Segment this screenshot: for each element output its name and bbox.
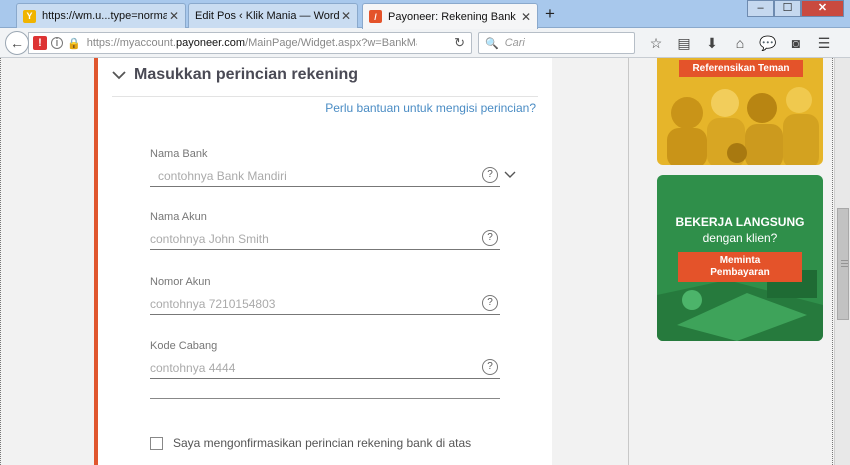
request-payment-button[interactable]: Meminta Pembayaran — [678, 252, 802, 282]
chat-icon[interactable]: 💬 — [754, 33, 782, 53]
request-payment-line2: Pembayaran — [710, 267, 770, 278]
bank-name-placeholder: contohnya Bank Mandiri — [158, 168, 287, 183]
account-number-input[interactable]: contohnya 7210154803 ? — [150, 293, 500, 315]
bank-name-field: Nama Bank contohnya Bank Mandiri ? — [150, 148, 516, 187]
bank-details-card: Masukkan perincian rekening Perlu bantua… — [94, 58, 552, 465]
promo-title: BEKERJA LANGSUNG — [675, 215, 805, 229]
bank-name-select[interactable]: contohnya Bank Mandiri ? — [150, 165, 516, 187]
tab-label: Edit Pos ‹ Klik Mania — WordPr... — [195, 10, 339, 22]
section-divider — [112, 96, 538, 97]
window-controls: – ☐ ✕ — [747, 0, 844, 17]
form-divider — [150, 398, 500, 399]
help-icon[interactable]: ? — [482, 359, 498, 375]
tab-close-icon[interactable]: ✕ — [519, 10, 533, 24]
home-icon[interactable]: ⌂ — [726, 33, 754, 53]
scrollbar-thumb[interactable]: — — — — [837, 208, 849, 320]
section-title: Masukkan perincian rekening — [134, 66, 359, 83]
navigation-bar: ! i 🔒 https://myaccount.payoneer.com/Mai… — [0, 28, 850, 58]
account-name-label: Nama Akun — [150, 211, 207, 223]
page-border-right — [832, 58, 833, 465]
account-number-placeholder: contohnya 7210154803 — [150, 296, 276, 311]
extension-icon[interactable]: ! — [33, 36, 47, 50]
account-number-label: Nomor Akun — [150, 276, 211, 288]
confirm-row[interactable]: Saya mengonfirmasikan perincian rekening… — [150, 436, 471, 450]
address-bar[interactable]: ! i 🔒 https://myaccount.payoneer.com/Mai… — [28, 32, 472, 54]
referral-ad[interactable]: Referensikan Teman — [657, 58, 823, 165]
tab-label: Payoneer: Rekening Bank — [388, 10, 516, 23]
confirm-checkbox[interactable] — [150, 436, 163, 450]
page-border-left — [0, 58, 1, 465]
new-tab-button[interactable]: + — [540, 4, 560, 24]
search-placeholder: Cari — [504, 37, 525, 49]
account-name-field: Nama Akun contohnya John Smith ? — [150, 211, 500, 250]
confirm-label[interactable]: Saya mengonfirmasikan perincian rekening… — [173, 436, 471, 450]
download-icon[interactable]: ⬇ — [698, 33, 726, 53]
lock-icon[interactable]: 🔒 — [67, 37, 81, 50]
chevron-down-icon — [112, 71, 126, 80]
info-icon[interactable]: i — [51, 37, 63, 49]
promo-subtitle: dengan klien? — [702, 231, 778, 245]
toolbar-icons: ☆ ▤ ⬇ ⌂ 💬 ◙ ☰ — [642, 33, 838, 53]
tab-wordpress[interactable]: Edit Pos ‹ Klik Mania — WordPr... ✕ — [188, 3, 358, 28]
tab-close-icon[interactable]: ✕ — [167, 9, 181, 23]
url-host: payoneer.com — [175, 37, 246, 49]
chevron-down-icon[interactable] — [504, 169, 516, 181]
payoneer-favicon-icon: / — [369, 10, 382, 23]
branch-code-input[interactable]: contohnya 4444 ? — [150, 357, 500, 379]
branch-code-field: Kode Cabang contohnya 4444 ? — [150, 340, 500, 379]
tab-close-icon[interactable]: ✕ — [339, 9, 353, 23]
account-number-field: Nomor Akun contohnya 7210154803 ? — [150, 276, 500, 315]
help-icon[interactable]: ? — [482, 295, 498, 311]
grip-icon: — — — — [841, 257, 848, 270]
search-icon: 🔍 — [485, 37, 499, 50]
column-divider — [628, 58, 629, 465]
vertical-scrollbar[interactable]: — — — — [834, 58, 850, 465]
maximize-button[interactable]: ☐ — [774, 0, 801, 17]
request-payment-line1: Meminta — [719, 255, 761, 266]
bank-name-label: Nama Bank — [150, 148, 208, 160]
section-header[interactable]: Masukkan perincian rekening — [112, 66, 358, 84]
url-prefix: https://myaccount. — [86, 37, 176, 49]
url-text[interactable]: https://myaccount.payoneer.com/MainPage/… — [87, 37, 417, 49]
back-button[interactable]: ← — [5, 31, 29, 55]
account-name-placeholder: contohnya John Smith — [150, 231, 269, 246]
branch-code-label: Kode Cabang — [150, 340, 218, 352]
star-icon[interactable]: ☆ — [642, 33, 670, 53]
promo-ad[interactable]: BEKERJA LANGSUNG dengan klien? Meminta P… — [657, 175, 823, 341]
reload-icon[interactable]: ↻ — [454, 35, 465, 51]
close-window-button[interactable]: ✕ — [801, 0, 844, 17]
help-icon[interactable]: ? — [482, 230, 498, 246]
page-content: Masukkan perincian rekening Perlu bantua… — [0, 58, 850, 465]
reader-icon[interactable]: ▤ — [670, 33, 698, 53]
url-path: /MainPage/Widget.aspx?w=BankManage — [245, 37, 417, 49]
tab-payoneer[interactable]: / Payoneer: Rekening Bank ✕ — [362, 3, 538, 29]
account-name-input[interactable]: contohnya John Smith ? — [150, 228, 500, 250]
tab-wm[interactable]: Y https://wm.u...type=normal ✕ — [16, 3, 186, 28]
pocket-icon[interactable]: ◙ — [782, 33, 810, 53]
branch-code-placeholder: contohnya 4444 — [150, 360, 236, 375]
referral-button[interactable]: Referensikan Teman — [679, 60, 803, 77]
help-icon[interactable]: ? — [482, 167, 498, 183]
help-link[interactable]: Perlu bantuan untuk mengisi perincian? — [325, 101, 536, 115]
search-input[interactable]: 🔍 Cari — [478, 32, 635, 54]
tab-label: https://wm.u...type=normal — [42, 10, 167, 22]
yahoo-favicon-icon: Y — [23, 9, 36, 23]
minimize-button[interactable]: – — [747, 0, 774, 17]
menu-icon[interactable]: ☰ — [810, 33, 838, 53]
tab-bar: Y https://wm.u...type=normal ✕ Edit Pos … — [0, 0, 850, 29]
